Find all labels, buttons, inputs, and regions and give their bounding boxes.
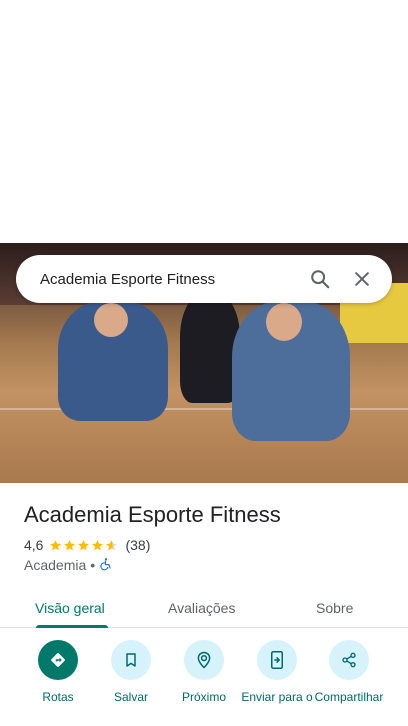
rating-value: 4,6 [24,537,44,553]
close-icon[interactable] [344,261,380,297]
category-row: Academia • [24,556,113,574]
place-category: Academia [24,557,87,573]
send-to-phone-label: Enviar para o [241,690,313,704]
directions-button[interactable]: Rotas [18,640,98,704]
tab-about[interactable]: Sobre [316,588,353,628]
directions-icon [38,640,78,680]
action-bar: Rotas Salvar Próximo Enviar para o Compa… [0,640,408,726]
rating-stars [49,539,119,552]
photo-face-left [94,303,128,337]
map-blank-area [0,0,408,243]
save-button[interactable]: Salvar [91,640,171,704]
category-separator: • [90,557,96,573]
wheelchair-accessible-icon [99,557,113,574]
tab-reviews[interactable]: Avaliações [168,588,235,628]
nearby-icon [184,640,224,680]
rating-row[interactable]: 4,6 (38) [24,536,150,554]
tab-overview[interactable]: Visão geral [35,588,105,628]
save-label: Salvar [113,690,148,704]
share-button[interactable]: Compartilhar [309,640,389,704]
share-label: Compartilhar [314,690,384,704]
photo-face-right [266,303,302,341]
send-to-phone-button[interactable]: Enviar para o [237,640,317,704]
nearby-label: Próximo [181,690,226,704]
active-tab-indicator [36,625,108,628]
place-title: Academia Esporte Fitness [24,502,281,527]
send-to-phone-icon [257,640,297,680]
review-count: (38) [125,537,151,553]
search-bar[interactable]: Academia Esporte Fitness [16,255,392,303]
share-icon [329,640,369,680]
star-icon [64,539,76,550]
search-input[interactable]: Academia Esporte Fitness [40,271,296,288]
star-icon [92,539,104,550]
nearby-button[interactable]: Próximo [164,640,244,704]
star-icon [78,539,90,550]
search-icon[interactable] [302,261,338,297]
star-icon [106,539,118,550]
star-icon [50,539,62,550]
photo-person-middle [180,293,240,403]
place-tabs: Visão geral Avaliações Sobre [0,588,408,628]
bookmark-icon [111,640,151,680]
directions-label: Rotas [42,690,74,704]
